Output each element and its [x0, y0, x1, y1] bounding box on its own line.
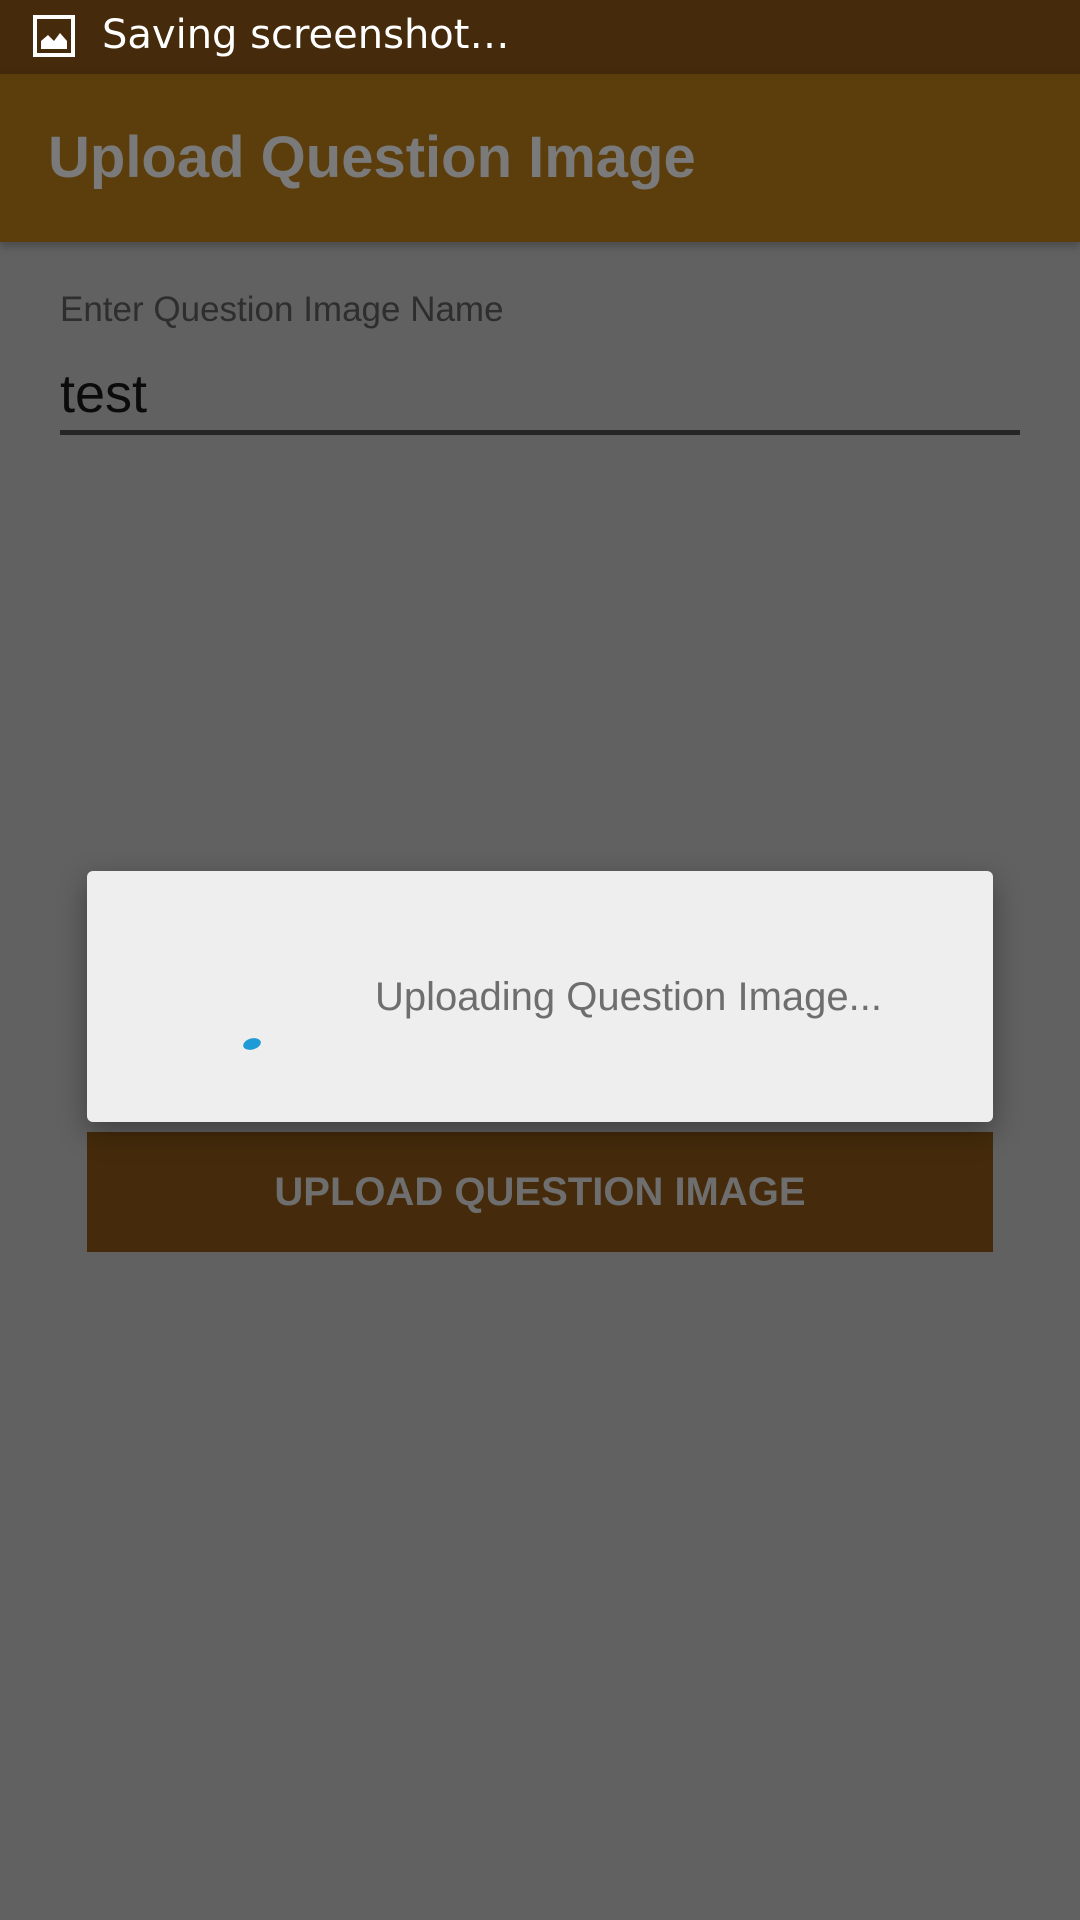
image-icon — [33, 15, 75, 57]
progress-dialog: Uploading Question Image... — [87, 871, 993, 1122]
question-image-name-label: Enter Question Image Name — [60, 290, 504, 329]
question-image-name-input[interactable] — [60, 358, 1020, 435]
progress-spinner-icon — [241, 1037, 263, 1051]
dialog-message: Uploading Question Image... — [375, 975, 882, 1019]
app-bar: Upload Question Image — [0, 74, 1080, 242]
screen: Saving screenshot… Upload Question Image… — [0, 0, 1080, 1920]
page-title: Upload Question Image — [48, 125, 696, 190]
upload-question-image-button[interactable]: UPLOAD QUESTION IMAGE — [87, 1132, 993, 1252]
status-notification-text: Saving screenshot… — [102, 12, 510, 58]
status-bar: Saving screenshot… — [0, 0, 1080, 74]
